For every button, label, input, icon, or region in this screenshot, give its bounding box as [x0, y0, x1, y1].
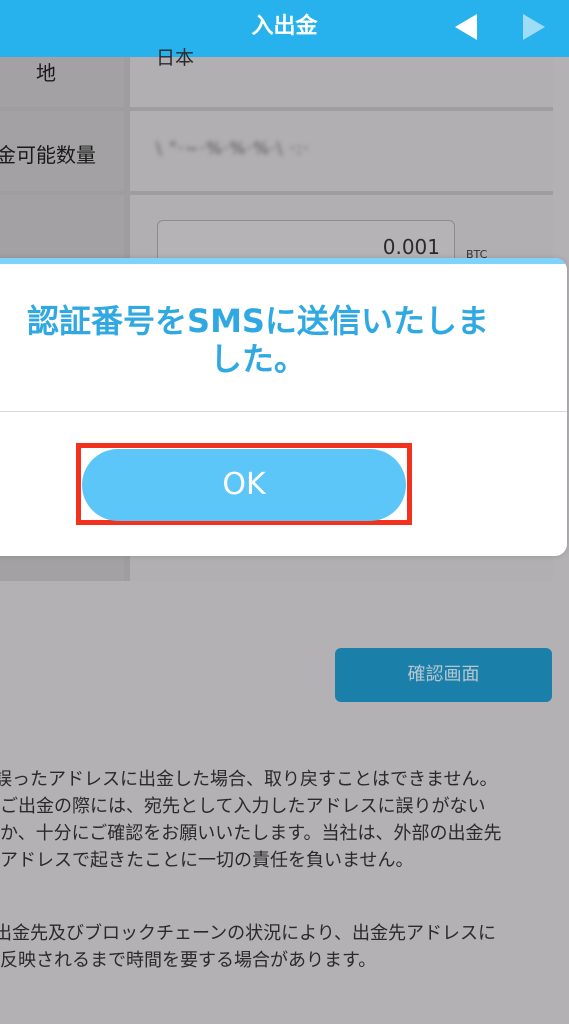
form-row-value: 日本: [130, 47, 553, 107]
sms-sent-dialog: 認証番号をSMSに送信いたしま した。 OK: [0, 258, 567, 556]
dialog-message-line1: 認証番号をSMSに送信いたしま: [27, 302, 489, 340]
warning-note: 誤ったアドレスに出金した場合、取り戻すことはできません。ご出金の際には、宛先とし…: [0, 769, 502, 871]
amount-value: 0.001: [382, 235, 440, 259]
withdrawable-amount-value: \ "·~·%·%·%·\ ·:·: [156, 139, 310, 159]
country-label: 地: [36, 61, 56, 85]
dialog-top-bar: [0, 258, 567, 264]
caret-left-icon: [455, 14, 477, 40]
form-row-label: 地: [0, 57, 124, 107]
caret-right-icon: [523, 14, 545, 40]
withdrawable-amount-label: 金可能数量: [0, 143, 96, 167]
info-note: 出金先及びブロックチェーンの状況により、出金先アドレスに反映されるまで時間を要す…: [0, 923, 497, 971]
app-header: 入出金: [0, 0, 569, 57]
dialog-message-line2: した。: [209, 340, 306, 378]
dialog-message: 認証番号をSMSに送信いたしま した。: [0, 302, 528, 378]
confirm-screen-button[interactable]: 確認画面: [335, 648, 552, 702]
form-row-value: \ "·~·%·%·%·\ ·:·: [130, 111, 553, 191]
ok-button[interactable]: OK: [82, 449, 406, 521]
form-row-label: 金可能数量: [0, 111, 124, 191]
prev-button[interactable]: [449, 10, 485, 44]
country-value: 日本: [156, 47, 195, 69]
next-button[interactable]: [515, 10, 551, 44]
dialog-divider: [0, 411, 567, 412]
